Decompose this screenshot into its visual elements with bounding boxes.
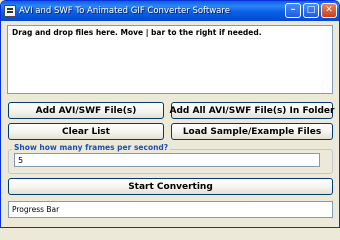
maximize-button[interactable]: □: [303, 3, 319, 18]
title-bar[interactable]: AVI and SWF To Animated GIF Converter So…: [1, 1, 339, 21]
minimize-button[interactable]: –: [285, 3, 301, 18]
progress-label: Progress Bar: [12, 205, 60, 214]
fps-input[interactable]: [14, 153, 320, 167]
app-icon: [4, 5, 16, 17]
minimize-icon: –: [290, 5, 296, 15]
load-sample-button[interactable]: Load Sample/Example Files: [171, 123, 333, 140]
add-files-button[interactable]: Add AVI/SWF File(s): [8, 102, 164, 119]
window-title: AVI and SWF To Animated GIF Converter So…: [19, 6, 230, 16]
app-window: AVI and SWF To Animated GIF Converter So…: [0, 0, 340, 228]
progress-bar: Progress Bar: [8, 201, 333, 218]
file-list-dropzone[interactable]: Drag and drop files here. Move | bar to …: [7, 25, 333, 94]
add-all-folder-button[interactable]: Add All AVI/SWF File(s) In Folder: [170, 102, 334, 119]
clear-list-button[interactable]: Clear List: [8, 123, 164, 140]
start-converting-button[interactable]: Start Converting: [8, 178, 333, 195]
fps-label: Show how many frames per second?: [12, 143, 171, 152]
close-button[interactable]: ✕: [321, 3, 337, 18]
window-controls: – □ ✕: [285, 3, 337, 18]
dropzone-instructions: Drag and drop files here. Move | bar to …: [12, 28, 262, 37]
maximize-icon: □: [306, 5, 316, 15]
close-icon: ✕: [325, 5, 333, 15]
